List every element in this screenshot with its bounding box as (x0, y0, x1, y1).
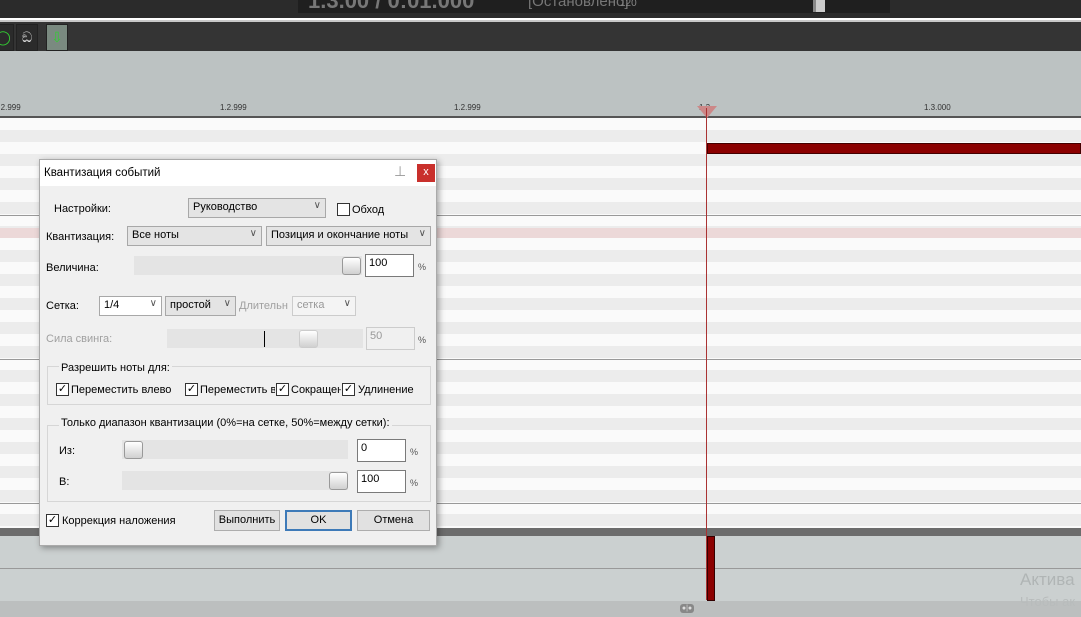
strength-slider-thumb[interactable] (342, 257, 361, 275)
ruler-tick: 1.3.000 (924, 103, 951, 112)
quantize-notes-value: Все ноты (132, 229, 179, 241)
percent-label: % (410, 478, 419, 488)
from-input[interactable]: 0 (357, 439, 406, 462)
chevron-down-icon: ∨ (343, 298, 351, 309)
scroll-grip-icon[interactable]: ●|● (680, 604, 694, 613)
transport-display: 1.3.00 / 0:01.000 [Остановлено] 120 (298, 0, 890, 13)
chevron-down-icon: ∨ (149, 298, 157, 309)
percent-label: % (418, 335, 427, 345)
allow-group-label: Разрешить ноты для: (59, 362, 172, 374)
chevron-down-icon: ∨ (418, 228, 426, 239)
snap-down-icon[interactable]: ⇩ (46, 24, 68, 51)
grid-type-select[interactable]: простой ∨ (165, 296, 236, 316)
bypass-checkbox[interactable] (337, 203, 350, 216)
settings-value: Руководство (193, 201, 258, 213)
strength-slider[interactable] (134, 256, 362, 275)
playhead-marker[interactable] (697, 106, 717, 118)
move-right-checkbox[interactable]: ✓ (185, 383, 198, 396)
chevron-down-icon: ∨ (313, 200, 321, 211)
length-value: сетка (297, 299, 325, 311)
play-state: [Остановлено] (528, 0, 629, 10)
swing-slider[interactable] (167, 329, 363, 348)
percent-label: % (418, 262, 427, 272)
quantize-mode-value: Позиция и окончание ноты (271, 229, 409, 241)
timeline-ruler[interactable]: 1.2.999 1.2.999 1.2.999 1.3 1.3.000 (0, 51, 1081, 118)
from-slider-thumb[interactable] (124, 441, 143, 459)
swing-center-mark (264, 331, 265, 347)
toolbar: ◯ ඞ ⇩ (0, 20, 1081, 51)
strength-label: Величина: (46, 262, 99, 274)
grid-value: 1/4 (104, 299, 120, 311)
length-label: Длительн (239, 300, 288, 312)
swing-slider-thumb[interactable] (299, 330, 318, 348)
from-label: Из: (59, 445, 76, 457)
grid-select[interactable]: 1/4 ∨ (99, 296, 162, 316)
cancel-button[interactable]: Отмена (357, 510, 430, 531)
length-select[interactable]: сетка ∨ (292, 296, 356, 316)
move-left-label: Переместить влево (71, 384, 172, 396)
overlap-label: Коррекция наложения (62, 515, 176, 527)
top-bar: 1.3.00 / 0:01.000 [Остановлено] 120 (0, 0, 1081, 18)
chevron-down-icon: ∨ (249, 228, 257, 239)
loop-icon[interactable]: ◯ (0, 24, 14, 51)
velocity-bar[interactable] (707, 536, 715, 601)
quantize-notes-select[interactable]: Все ноты ∨ (127, 226, 262, 246)
timecode: 1.3.00 / 0:01.000 (308, 0, 475, 13)
quantize-label: Квантизация: (46, 231, 115, 243)
grid-type-value: простой (170, 299, 211, 311)
chevron-down-icon: ∨ (223, 298, 231, 309)
range-group-label: Только диапазон квантизации (0%=на сетке… (59, 417, 392, 429)
watermark-line: Актива (1020, 570, 1075, 589)
pin-icon[interactable]: ⊥ (394, 163, 406, 180)
midi-note[interactable] (707, 143, 1081, 154)
lengthen-label: Удлинение (358, 384, 414, 396)
to-label: В: (59, 476, 70, 488)
grid-label: Сетка: (46, 300, 79, 312)
lengthen-checkbox[interactable]: ✓ (342, 383, 355, 396)
to-slider-thumb[interactable] (329, 472, 348, 490)
percent-label: % (410, 447, 419, 457)
shorten-label: Сокращен (291, 384, 341, 396)
dialog-titlebar[interactable]: Квантизация событий ⊥ x (40, 160, 436, 186)
quantize-dialog: Квантизация событий ⊥ x Настройки: Руков… (39, 159, 437, 546)
velocity-midline (0, 568, 1081, 569)
close-button[interactable]: x (417, 164, 435, 182)
overlap-checkbox[interactable]: ✓ (46, 514, 59, 527)
move-right-label: Переместить в (200, 384, 275, 396)
swing-label: Сила свинга: (46, 333, 113, 345)
strength-input[interactable]: 100 (365, 254, 414, 277)
shorten-checkbox[interactable]: ✓ (276, 383, 289, 396)
to-slider[interactable] (122, 471, 348, 490)
from-slider[interactable] (122, 440, 348, 459)
to-input[interactable]: 100 (357, 470, 406, 493)
playhead-line (706, 108, 707, 600)
settings-label: Настройки: (54, 203, 111, 215)
bypass-label: Обход (352, 204, 385, 216)
ok-button[interactable]: OK (285, 510, 352, 531)
ruler-tick: 1.2.999 (220, 103, 247, 112)
ruler-tick: 1.2.999 (0, 103, 21, 112)
playrate-slider[interactable] (813, 0, 825, 12)
ruler-tick: 1.2.999 (454, 103, 481, 112)
dialog-title: Квантизация событий (44, 167, 161, 179)
settings-select[interactable]: Руководство ∨ (188, 198, 326, 218)
swing-input[interactable]: 50 (366, 327, 415, 350)
watermark-line: Чтобы ак (1020, 594, 1076, 609)
move-left-checkbox[interactable]: ✓ (56, 383, 69, 396)
footprint-icon[interactable]: ඞ (16, 24, 38, 51)
bpm[interactable]: 120 (620, 0, 637, 9)
quantize-mode-select[interactable]: Позиция и окончание ноты ∨ (266, 226, 431, 246)
apply-button[interactable]: Выполнить (214, 510, 280, 531)
horizontal-scrollbar[interactable] (0, 601, 1081, 617)
